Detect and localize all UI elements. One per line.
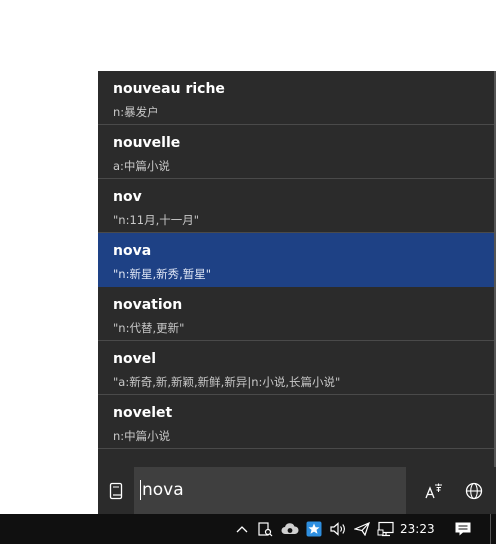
cloud-sync-button[interactable] xyxy=(280,514,300,544)
font-button[interactable] xyxy=(416,467,452,514)
list-item[interactable]: nouveau riche n:暴发户 xyxy=(98,71,494,125)
dictionary-button[interactable] xyxy=(98,467,134,514)
show-desktop-divider[interactable] xyxy=(490,514,491,544)
list-item[interactable]: novel "a:新奇,新,新颖,新鲜,新异|n:小说,长篇小说" xyxy=(98,341,494,395)
book-icon xyxy=(109,482,123,499)
chevron-up-icon xyxy=(236,526,248,533)
suggestion-definition: "n:代替,更新" xyxy=(113,321,185,335)
font-translate-icon xyxy=(425,483,442,498)
suggestion-word: novation xyxy=(113,297,183,313)
suggestion-word: nov xyxy=(113,189,142,205)
search-input-value: nova xyxy=(142,480,184,500)
suggestion-list: nouveau riche n:暴发户 nouvelle a:中篇小说 nov … xyxy=(98,71,494,467)
list-item-selected[interactable]: nova "n:新星,新秀,暂星" xyxy=(98,233,494,287)
document-search-icon xyxy=(258,522,273,537)
suggestion-definition: n:中篇小说 xyxy=(113,429,171,443)
suggestion-word: novelet xyxy=(113,405,173,421)
app-tray-button[interactable] xyxy=(305,514,323,544)
cloud-icon xyxy=(281,523,299,534)
input-bar: nova xyxy=(98,467,496,514)
volume-button[interactable] xyxy=(328,514,348,544)
list-item[interactable]: novelet n:中篇小说 xyxy=(98,395,494,449)
taskbar: 23:23 xyxy=(0,514,496,544)
list-item-partial[interactable] xyxy=(98,449,494,467)
network-icon xyxy=(377,521,394,537)
suggestion-definition: "n:新星,新秀,暂星" xyxy=(113,267,212,281)
paper-plane-icon xyxy=(354,522,370,536)
notification-icon xyxy=(455,522,471,536)
network-button[interactable] xyxy=(376,514,396,544)
suggestion-word: nouveau riche xyxy=(113,81,225,97)
search-input[interactable]: nova xyxy=(134,467,406,514)
globe-button[interactable] xyxy=(456,467,492,514)
suggestion-definition: a:中篇小说 xyxy=(113,159,170,173)
list-item[interactable]: nov "n:11月,十一月" xyxy=(98,179,494,233)
send-button[interactable] xyxy=(353,514,371,544)
text-caret xyxy=(140,480,141,500)
suggestion-definition: "n:11月,十一月" xyxy=(113,213,200,227)
speaker-icon xyxy=(330,522,345,536)
show-hidden-icons-button[interactable] xyxy=(234,514,250,544)
suggestion-definition: n:暴发户 xyxy=(113,105,159,119)
suggestion-word: novel xyxy=(113,351,157,367)
suggestion-definition: "a:新奇,新,新颖,新鲜,新异|n:小说,长篇小说" xyxy=(113,375,341,389)
clock-time[interactable]: 23:23 xyxy=(400,514,435,544)
list-item[interactable]: nouvelle a:中篇小说 xyxy=(98,125,494,179)
star-app-icon xyxy=(306,521,322,537)
globe-icon xyxy=(465,482,483,499)
tray-app-button[interactable] xyxy=(256,514,274,544)
dictionary-popup: nouveau riche n:暴发户 nouvelle a:中篇小说 nov … xyxy=(98,71,496,514)
list-item[interactable]: novation "n:代替,更新" xyxy=(98,287,494,341)
action-center-button[interactable] xyxy=(452,514,474,544)
suggestion-word: nouvelle xyxy=(113,135,181,151)
suggestion-word: nova xyxy=(113,243,152,259)
